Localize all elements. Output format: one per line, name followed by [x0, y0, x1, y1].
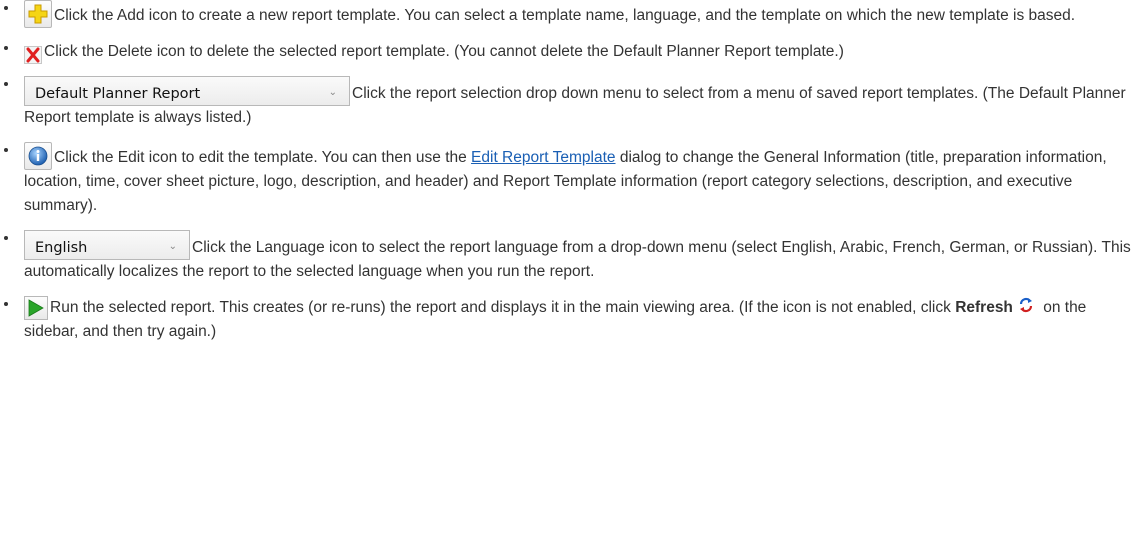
- list-item-delete: Click the Delete icon to delete the sele…: [4, 40, 1131, 64]
- list-item-edit: Click the Edit icon to edit the template…: [4, 142, 1131, 218]
- play-icon: [28, 299, 44, 317]
- help-bullet-list: Click the Add icon to create a new repor…: [0, 0, 1131, 344]
- refresh-icon[interactable]: [1017, 296, 1035, 314]
- info-icon: [28, 146, 48, 166]
- run-description-before: Run the selected report. This creates (o…: [50, 299, 956, 316]
- list-item-language: English ⌄ Click the Language icon to sel…: [4, 230, 1131, 284]
- chevron-down-icon: ⌄: [168, 241, 177, 252]
- edit-description-before: Click the Edit icon to edit the template…: [54, 149, 472, 166]
- delete-icon[interactable]: [24, 46, 42, 64]
- add-icon: [28, 4, 48, 24]
- report-template-selected: Default Planner Report: [35, 86, 201, 102]
- refresh-label: Refresh: [955, 299, 1013, 316]
- language-description: Click the Language icon to select the re…: [24, 239, 1131, 280]
- report-template-dropdown[interactable]: Default Planner Report ⌄: [24, 76, 350, 106]
- edit-button[interactable]: [24, 142, 52, 170]
- run-button[interactable]: [24, 296, 48, 320]
- add-button[interactable]: [24, 0, 52, 28]
- list-item-add: Click the Add icon to create a new repor…: [4, 0, 1131, 28]
- add-description: Click the Add icon to create a new repor…: [54, 7, 1076, 24]
- list-item-report-select: Default Planner Report ⌄ Click the repor…: [4, 76, 1131, 130]
- language-dropdown[interactable]: English ⌄: [24, 230, 190, 260]
- language-selected: English: [35, 240, 88, 256]
- chevron-down-icon: ⌄: [328, 87, 337, 98]
- edit-report-template-link[interactable]: Edit Report Template: [471, 149, 615, 166]
- delete-description: Click the Delete icon to delete the sele…: [44, 43, 844, 60]
- list-item-run: Run the selected report. This creates (o…: [4, 296, 1131, 344]
